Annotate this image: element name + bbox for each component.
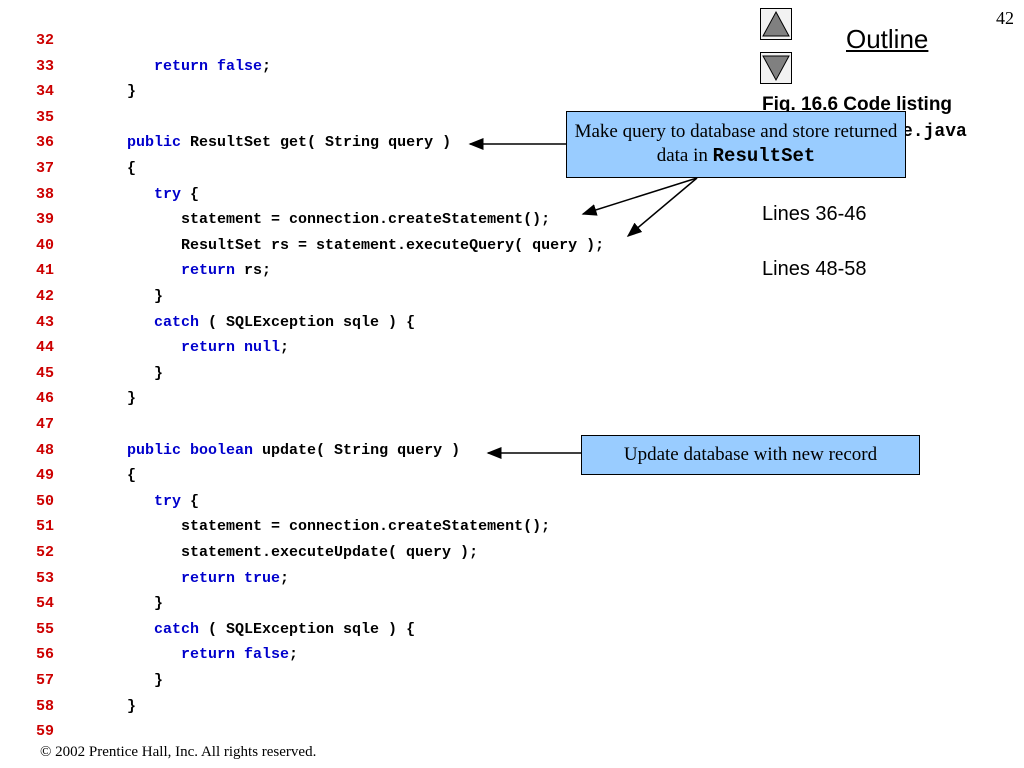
- copyright-footer: © 2002 Prentice Hall, Inc. All rights re…: [40, 744, 317, 760]
- callout-query: Make query to database and store returne…: [566, 111, 906, 178]
- arrow-to-line-39: [581, 177, 698, 216]
- arrow-to-line-40: [626, 177, 698, 237]
- callout-query-code: ResultSet: [712, 145, 816, 167]
- callout-update: Update database with new record: [581, 435, 920, 475]
